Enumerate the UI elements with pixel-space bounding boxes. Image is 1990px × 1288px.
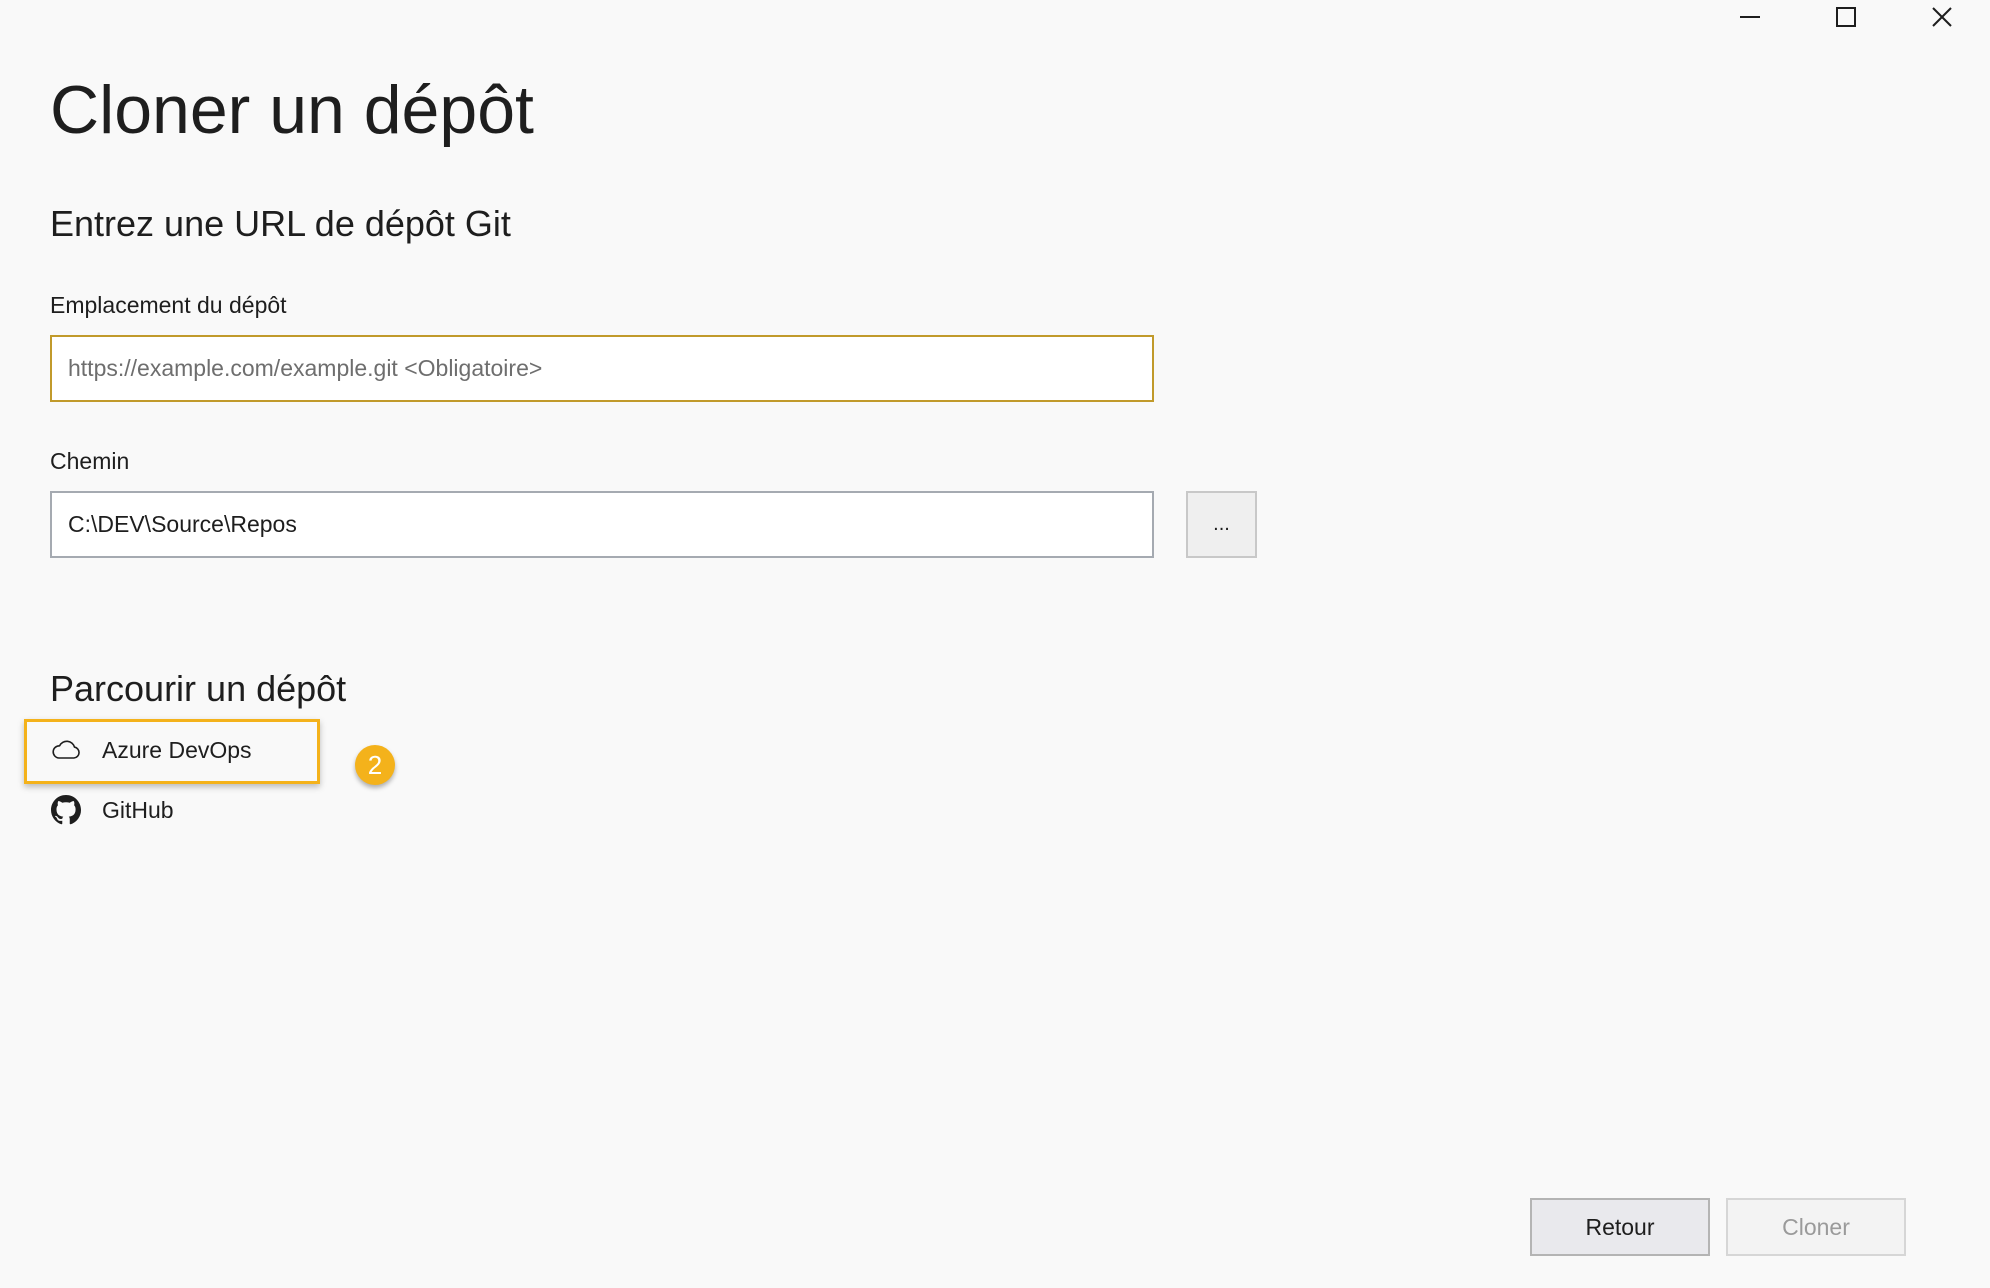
close-icon — [1932, 7, 1952, 27]
repo-location-label: Emplacement du dépôt — [50, 292, 287, 318]
maximize-icon — [1836, 7, 1856, 27]
provider-azure-devops[interactable]: Azure DevOps — [50, 730, 252, 770]
back-button[interactable]: Retour — [1530, 1198, 1710, 1256]
url-section-title: Entrez une URL de dépôt Git — [50, 203, 511, 244]
page-title: Cloner un dépôt — [50, 72, 534, 148]
step-badge: 2 — [355, 745, 395, 785]
provider-github[interactable]: GitHub — [50, 790, 174, 830]
window-controls — [1702, 0, 1990, 34]
path-label: Chemin — [50, 448, 130, 474]
path-input[interactable] — [50, 491, 1154, 558]
repo-location-input[interactable] — [50, 335, 1154, 402]
github-icon — [50, 794, 82, 826]
cloud-icon — [50, 734, 82, 766]
minimize-button[interactable] — [1702, 0, 1798, 34]
close-button[interactable] — [1894, 0, 1990, 34]
browse-section-title: Parcourir un dépôt — [50, 668, 347, 709]
provider-label: Azure DevOps — [102, 736, 252, 763]
browse-path-button[interactable]: ... — [1186, 491, 1257, 558]
clone-button[interactable]: Cloner — [1726, 1198, 1906, 1256]
provider-label: GitHub — [102, 796, 174, 823]
maximize-button[interactable] — [1798, 0, 1894, 34]
minimize-icon — [1740, 16, 1760, 18]
